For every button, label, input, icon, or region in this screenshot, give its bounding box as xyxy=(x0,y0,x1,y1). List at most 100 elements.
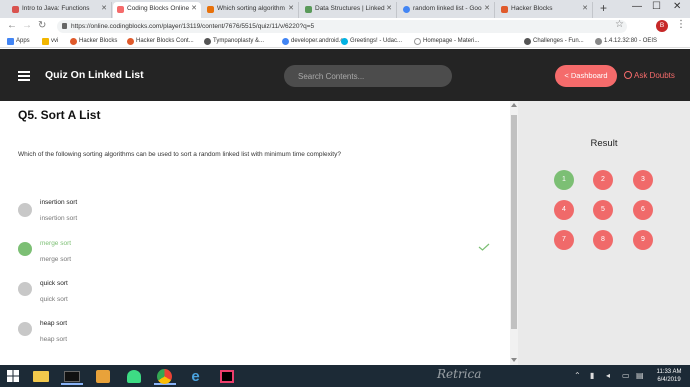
question-nav-1[interactable]: 1 xyxy=(554,170,574,190)
scroll-down-icon[interactable] xyxy=(511,358,517,362)
menu-kebab-icon[interactable]: ⋮ xyxy=(676,19,686,30)
terminal-icon[interactable] xyxy=(61,367,83,385)
bookmark-label: Hacker Blocks Cont... xyxy=(136,38,194,44)
bookmark-item[interactable]: Hacker Blocks xyxy=(70,37,117,46)
option-label: merge sort xyxy=(40,240,72,247)
reload-icon[interactable]: ↻ xyxy=(38,20,46,31)
close-tab-icon[interactable]: ✕ xyxy=(386,2,392,16)
bookmark-apps[interactable]: Apps xyxy=(7,37,30,46)
close-tab-icon[interactable]: ✕ xyxy=(191,2,197,16)
checkmark-icon xyxy=(478,243,490,251)
bookmark-favicon-icon xyxy=(204,38,211,45)
sublime-text-icon[interactable] xyxy=(92,367,114,385)
option-merge-sort[interactable]: merge sort merge sort xyxy=(18,240,498,276)
question-nav-4[interactable]: 4 xyxy=(554,200,574,220)
search-input[interactable] xyxy=(284,65,452,87)
close-tab-icon[interactable]: ✕ xyxy=(288,2,294,16)
question-nav-6[interactable]: 6 xyxy=(633,200,653,220)
bookmark-favicon-icon xyxy=(70,38,77,45)
quiz-title: Quiz On Linked List xyxy=(45,69,144,81)
question-nav-8[interactable]: 8 xyxy=(593,230,613,250)
retrica-watermark: Retrica xyxy=(437,367,482,381)
tab-favicon-icon xyxy=(207,6,214,13)
bookmark-item[interactable]: 1.4.12.32:80 - OEIS xyxy=(595,37,657,46)
browser-tab-active[interactable]: Coding Blocks Online ✕ xyxy=(113,2,201,18)
profile-avatar[interactable]: B xyxy=(656,20,668,32)
hamburger-menu-icon[interactable] xyxy=(18,71,30,81)
option-radio[interactable] xyxy=(18,322,32,336)
windows-start-icon[interactable] xyxy=(7,370,19,382)
option-sub-label: merge sort xyxy=(40,256,72,263)
question-nav-3[interactable]: 3 xyxy=(633,170,653,190)
ask-doubts-button[interactable]: Ask Doubts xyxy=(624,71,675,80)
result-panel: Result 1 2 3 4 5 6 7 8 9 xyxy=(518,101,690,365)
battery-icon[interactable]: ▭ xyxy=(622,371,630,380)
tray-chevron-icon[interactable]: ⌃ xyxy=(574,371,581,380)
bookmark-favicon-icon xyxy=(524,38,531,45)
bookmark-item[interactable]: developer.android.c... xyxy=(282,37,348,46)
close-tab-icon[interactable]: ✕ xyxy=(582,2,588,16)
browser-tab[interactable]: Intro to Java: Functions ✕ xyxy=(8,2,112,18)
browser-tab[interactable]: Which sorting algorithm ✕ xyxy=(203,2,299,18)
bookmark-label: Homepage - Materi... xyxy=(423,38,480,44)
back-icon[interactable]: ← xyxy=(7,20,17,31)
forward-icon[interactable]: → xyxy=(22,20,32,31)
option-heap-sort[interactable]: heap sort heap sort xyxy=(18,320,498,356)
bookmark-favicon-icon xyxy=(595,38,602,45)
bookmark-item[interactable]: vvi xyxy=(42,37,58,46)
tab-favicon-icon xyxy=(305,6,312,13)
option-radio-selected[interactable] xyxy=(18,242,32,256)
option-radio[interactable] xyxy=(18,203,32,217)
bookmark-label: developer.android.c... xyxy=(291,38,349,44)
option-radio[interactable] xyxy=(18,282,32,296)
option-quick-sort[interactable]: quick sort quick sort xyxy=(18,280,498,316)
bookmark-label: Tympanoplasty &... xyxy=(213,38,265,44)
bookmark-item[interactable]: Greetings! - Udac... xyxy=(341,37,402,46)
close-tab-icon[interactable]: ✕ xyxy=(101,2,107,16)
intellij-icon[interactable] xyxy=(216,367,238,385)
browser-tab[interactable]: random linked list - Goo ✕ xyxy=(399,2,495,18)
ask-doubts-label: Ask Doubts xyxy=(634,71,675,80)
clock[interactable]: 11:33 AM 6/4/2019 xyxy=(650,368,688,384)
question-nav-7[interactable]: 7 xyxy=(554,230,574,250)
new-tab-icon[interactable]: + xyxy=(600,1,607,15)
scroll-up-icon[interactable] xyxy=(511,103,517,107)
google-icon xyxy=(403,6,410,13)
dashboard-button[interactable]: < Dashboard xyxy=(555,65,617,87)
bookmark-item[interactable]: Tympanoplasty &... xyxy=(204,37,264,46)
network-icon[interactable]: ▮ xyxy=(590,371,594,380)
bookmark-label: Apps xyxy=(16,38,30,44)
internet-explorer-icon[interactable]: e xyxy=(185,367,207,385)
url-field[interactable]: https://online.codingblocks.com/player/1… xyxy=(57,20,627,33)
android-studio-icon[interactable] xyxy=(123,367,145,385)
bookmark-item[interactable]: Hacker Blocks Cont... xyxy=(127,37,194,46)
volume-icon[interactable]: ◂ xyxy=(606,371,610,380)
bookmark-favicon-icon xyxy=(341,38,348,45)
browser-tab[interactable]: Hacker Blocks ✕ xyxy=(497,2,593,18)
bookmarks-bar: Apps vvi Hacker Blocks Hacker Blocks Con… xyxy=(0,35,690,48)
scrollbar[interactable] xyxy=(510,101,518,365)
bookmark-item[interactable]: Challenges - Fun... xyxy=(524,37,584,46)
bookmark-label: Greetings! - Udac... xyxy=(350,38,403,44)
option-label: quick sort xyxy=(40,280,68,287)
option-sub-label: insertion sort xyxy=(40,215,78,222)
tab-title: Which sorting algorithm xyxy=(217,5,285,12)
chrome-icon[interactable] xyxy=(154,367,176,385)
question-nav-5[interactable]: 5 xyxy=(593,200,613,220)
option-insertion-sort[interactable]: insertion sort insertion sort xyxy=(18,199,498,235)
star-icon[interactable]: ☆ xyxy=(615,19,624,30)
windows-taskbar: e Retrica ⌃ ▮ ◂ ▭ ▤ 11:33 AM 6/4/2019 xyxy=(0,365,690,387)
bookmark-item[interactable]: Homepage - Materi... xyxy=(414,37,479,46)
close-window-icon[interactable]: ✕ xyxy=(673,1,681,12)
browser-tab[interactable]: Data Structures | Linked ✕ xyxy=(301,2,397,18)
maximize-icon[interactable]: ☐ xyxy=(652,1,661,12)
question-nav-2[interactable]: 2 xyxy=(593,170,613,190)
close-tab-icon[interactable]: ✕ xyxy=(484,2,490,16)
language-icon[interactable]: ▤ xyxy=(636,371,644,380)
minimize-icon[interactable]: — xyxy=(632,1,642,12)
scrollbar-thumb[interactable] xyxy=(511,115,517,329)
bookmark-favicon-icon xyxy=(414,38,421,45)
browser-tab-strip: Intro to Java: Functions ✕ Coding Blocks… xyxy=(0,0,690,18)
file-explorer-icon[interactable] xyxy=(30,367,52,385)
question-nav-9[interactable]: 9 xyxy=(633,230,653,250)
